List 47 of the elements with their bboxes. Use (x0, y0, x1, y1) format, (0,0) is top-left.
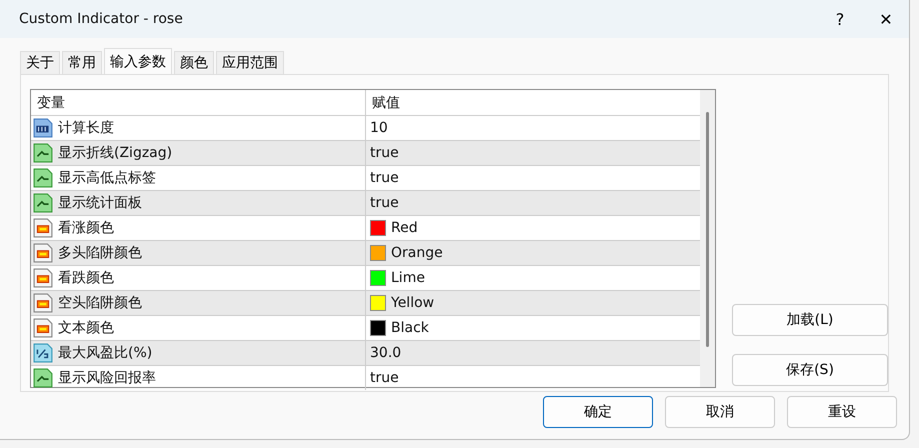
parameter-value[interactable]: true (370, 370, 399, 386)
color-file-icon (33, 318, 53, 338)
tab[interactable]: 应用范围 (216, 51, 284, 74)
parameter-value[interactable]: Yellow (391, 295, 434, 311)
parameter-name: 计算长度 (58, 119, 114, 137)
tab[interactable]: 关于 (20, 51, 60, 74)
dialog-button[interactable]: 保存(S) (732, 354, 888, 386)
parameter-name: 显示风险回报率 (58, 369, 156, 387)
chart-line-icon (33, 368, 53, 388)
column-header: 变量 (31, 90, 366, 115)
parameter-name: 显示统计面板 (58, 194, 142, 212)
parameter-name: 看涨颜色 (58, 219, 114, 237)
parameter-value[interactable]: true (370, 145, 399, 161)
parameter-value[interactable]: Orange (391, 245, 443, 261)
dialog-button[interactable]: 确定 (543, 396, 653, 428)
window-title: Custom Indicator - rose (19, 11, 183, 27)
parameter-name: 文本颜色 (58, 319, 114, 337)
chart-line-icon (33, 168, 53, 188)
parameter-value[interactable]: Lime (391, 270, 425, 286)
column-header: 赋值 (371, 94, 401, 112)
dialog-button[interactable]: 加载(L) (732, 304, 888, 336)
fraction-icon (33, 343, 53, 363)
chart-line-icon (33, 193, 53, 213)
color-file-icon (33, 218, 53, 238)
tab[interactable]: 输入参数 (104, 48, 172, 74)
parameter-name: 看跌颜色 (58, 269, 114, 287)
help-button[interactable]: ? (817, 0, 863, 38)
parameter-value[interactable]: true (370, 195, 399, 211)
tab[interactable]: 常用 (62, 51, 102, 74)
parameter-value[interactable]: true (370, 170, 399, 186)
parameter-value[interactable]: Red (391, 220, 418, 236)
scrollbar-thumb[interactable] (706, 112, 709, 347)
number-icon (33, 118, 53, 138)
parameter-name: 多头陷阱颜色 (58, 244, 142, 262)
parameter-name: 空头陷阱颜色 (58, 294, 142, 312)
dialog-button[interactable]: 重设 (787, 396, 897, 428)
chart-line-icon (33, 143, 53, 163)
parameter-value[interactable]: 10 (370, 120, 388, 136)
parameter-name: 显示高低点标签 (58, 169, 156, 187)
color-file-icon (33, 268, 53, 288)
parameter-name: 显示折线(Zigzag) (58, 144, 172, 162)
parameter-value[interactable]: 30.0 (370, 345, 402, 361)
tab[interactable]: 颜色 (174, 51, 214, 74)
parameter-name: 最大风盈比(%) (58, 344, 152, 362)
parameter-value[interactable]: Black (391, 320, 429, 336)
dialog-button[interactable]: 取消 (665, 396, 775, 428)
close-button[interactable]: ✕ (863, 0, 909, 38)
